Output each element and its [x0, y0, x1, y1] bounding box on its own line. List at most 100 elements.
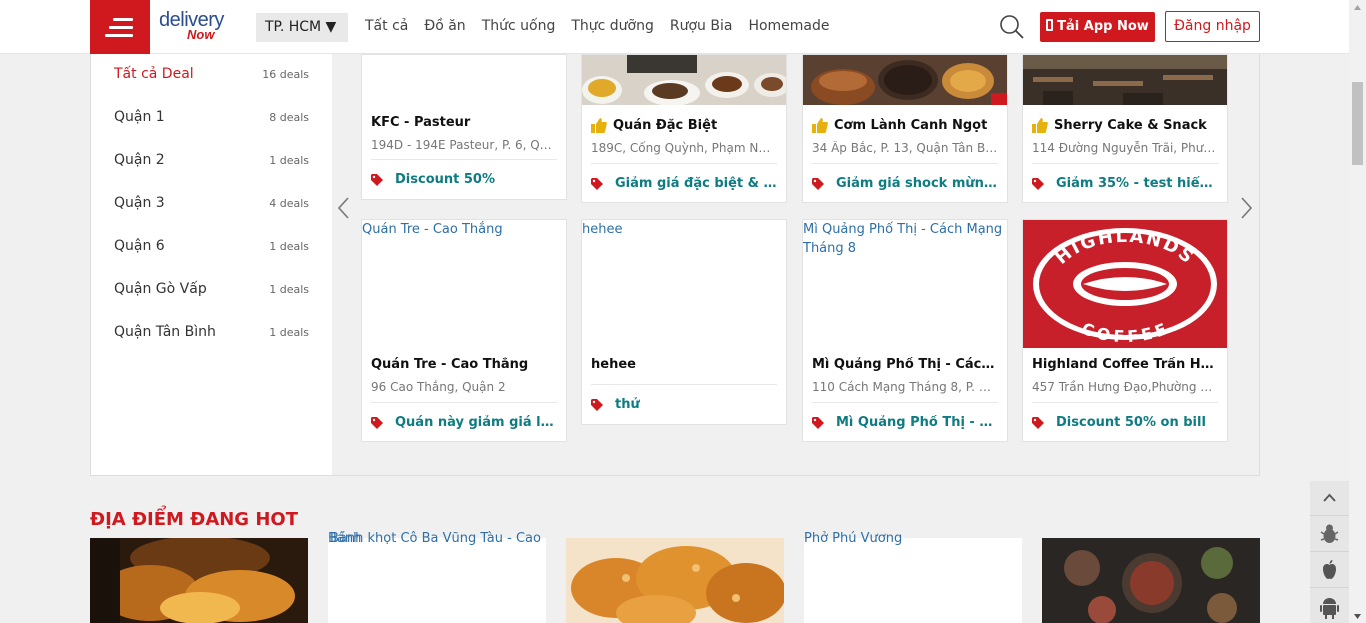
feedback-button[interactable]	[1310, 517, 1349, 552]
carousel-prev-arrow-icon[interactable]	[337, 196, 351, 220]
hot-place-card[interactable]	[328, 538, 546, 623]
deal-card[interactable]: Cơm Lành Canh Ngọt 34 Ấp Bắc, P. 13, Quậ…	[802, 54, 1008, 203]
nav-homemade[interactable]: Homemade	[748, 18, 829, 34]
chevron-up-icon	[1323, 493, 1336, 502]
deal-card-offer-text: Giảm giá shock mừng khai trương	[836, 176, 998, 191]
sidebar-item-label: Quận 2	[114, 152, 165, 168]
phone-icon	[1046, 19, 1054, 31]
sidebar-item-label: Tất cả Deal	[114, 66, 194, 82]
sidebar-item-count: 1 deals	[269, 153, 309, 167]
scrollbar-thumb[interactable]	[1352, 82, 1363, 165]
deal-card-address: 457 Trần Hưng Đạo,Phường Cầu Kho	[1032, 380, 1218, 394]
hot-place-card[interactable]	[804, 538, 1022, 623]
login-button[interactable]: Đăng nhập	[1165, 11, 1260, 42]
deal-card[interactable]: Quán Đặc Biệt 189C, Cống Quỳnh, Phạm Ngũ…	[581, 54, 787, 203]
deal-card-offer: Giảm giá đặc biệt & chào mừng	[591, 176, 777, 191]
sidebar-item-district-2[interactable]: Quận 2 1 deals	[114, 150, 309, 170]
carousel-next-arrow-icon[interactable]	[1239, 196, 1253, 220]
menu-logo-button[interactable]	[90, 0, 150, 54]
hot-place-image	[1042, 538, 1260, 623]
deal-card[interactable]: Mì Quảng Phố Thị - Cách Mạng Tháng 8 Mì …	[802, 219, 1008, 442]
deal-card-offer-text: Giảm giá đặc biệt & chào mừng	[615, 176, 777, 191]
deal-card[interactable]: hehee hehee thử	[581, 219, 787, 425]
deal-card-offer-text: thử	[615, 397, 640, 412]
divider	[812, 402, 998, 403]
deal-card-offer: Giảm giá shock mừng khai trương	[812, 176, 998, 191]
sidebar-item-all[interactable]: Tất cả Deal 16 deals	[114, 64, 309, 84]
page-scrollbar[interactable]	[1349, 0, 1366, 623]
deal-card-offer: Discount 50% on bill	[1032, 415, 1218, 430]
sidebar-item-count: 1 deals	[269, 239, 309, 253]
brand-logo[interactable]: delivery Now	[159, 10, 224, 41]
divider	[1032, 163, 1218, 164]
deal-card[interactable]: Quán Tre - Cao Thắng Quán Tre - Cao Thắn…	[361, 219, 567, 442]
thumbs-up-icon	[812, 118, 828, 133]
hot-place-card[interactable]	[566, 538, 784, 623]
deal-card-title: Highland Coffee Trần Hưng Đạo	[1032, 357, 1218, 372]
deal-card-offer: Mì Quảng Phố Thị - Cách Mạng	[812, 415, 998, 430]
deal-card-address: 189C, Cống Quỳnh, Phạm Ngũ Lão	[591, 141, 777, 155]
sidebar-item-district-1[interactable]: Quận 1 8 deals	[114, 107, 309, 127]
deal-card-title: Quán Đặc Biệt	[613, 118, 718, 133]
deal-card-offer-text: Quán này giảm giá lớn lắm	[395, 415, 557, 430]
sidebar-item-count: 16 deals	[262, 67, 309, 81]
ios-app-button[interactable]	[1310, 553, 1349, 588]
nav-food[interactable]: Đồ ăn	[424, 18, 465, 34]
divider	[812, 163, 998, 164]
deal-card-offer: Quán này giảm giá lớn lắm	[371, 415, 557, 430]
deal-card[interactable]: HIGHLANDS COFFEE Highland Coffee Trần Hư…	[1022, 219, 1228, 442]
deal-card-title: Sherry Cake & Snack	[1054, 118, 1207, 133]
android-app-button[interactable]	[1310, 589, 1349, 623]
tag-icon	[591, 177, 603, 190]
tag-icon	[812, 177, 824, 190]
deal-card-offer-text: Mì Quảng Phố Thị - Cách Mạng	[836, 415, 998, 430]
hot-place-image	[566, 538, 784, 623]
broken-image-alt: hehee	[582, 222, 623, 237]
divider	[1032, 402, 1218, 403]
deal-card-image	[1023, 55, 1227, 105]
deal-card-title-row: Cơm Lành Canh Ngọt	[812, 118, 1002, 133]
nav-alcohol[interactable]: Rượu Bia	[670, 18, 733, 34]
divider	[591, 384, 777, 385]
thumbs-up-icon	[1032, 118, 1048, 133]
broken-image-alt: Mì Quảng Phố Thị - Cách Mạng Tháng 8	[803, 222, 1003, 256]
tag-icon	[371, 173, 383, 186]
sidebar-item-district-3[interactable]: Quận 3 4 deals	[114, 193, 309, 213]
sidebar-item-label: Quận 3	[114, 195, 165, 211]
scroll-up-arrow-icon[interactable]	[1349, 1, 1366, 15]
sidebar-item-label: Quận 6	[114, 238, 165, 254]
nav-healthy[interactable]: Thực dưỡng	[571, 18, 654, 34]
tag-icon	[812, 416, 824, 429]
deal-card-address: 114 Đường Nguyễn Trãi, Phường 2	[1032, 141, 1218, 155]
sidebar-item-go-vap[interactable]: Quận Gò Vấp 1 deals	[114, 279, 309, 299]
nav-all[interactable]: Tất cả	[365, 18, 408, 34]
tag-icon	[591, 398, 603, 411]
deal-card-offer-text: Discount 50% on bill	[1056, 415, 1206, 430]
bug-icon	[1320, 524, 1339, 543]
download-app-button[interactable]: Tải App Now	[1040, 12, 1155, 42]
deal-card-offer-text: Giảm 35% - test hiển thị deal	[1056, 176, 1218, 191]
scroll-top-button[interactable]	[1310, 481, 1349, 516]
top-header: delivery Now TP. HCM ▼ Tất cả Đồ ăn Thức…	[0, 0, 1349, 54]
deal-card[interactable]: Sherry Cake & Snack 114 Đường Nguyễn Trã…	[1022, 54, 1228, 203]
sidebar-item-district-6[interactable]: Quận 6 1 deals	[114, 236, 309, 256]
city-selector[interactable]: TP. HCM ▼	[256, 13, 348, 42]
tag-icon	[1032, 177, 1044, 190]
nav-drinks[interactable]: Thức uống	[482, 18, 556, 34]
sidebar-item-label: Quận Gò Vấp	[114, 281, 207, 297]
divider	[371, 159, 557, 160]
highlands-logo-image: HIGHLANDS COFFEE	[1023, 220, 1227, 348]
deal-card[interactable]: KFC - Pasteur 194D - 194E Pasteur, P. 6,…	[361, 54, 567, 200]
deal-card-offer-text: Discount 50%	[395, 172, 495, 187]
hot-place-image	[90, 538, 308, 623]
sidebar-item-count: 1 deals	[269, 325, 309, 339]
android-icon	[1320, 598, 1339, 619]
search-icon[interactable]	[999, 14, 1025, 40]
hot-place-card[interactable]	[90, 538, 308, 623]
district-sidebar: Tất cả Deal 16 deals Quận 1 8 deals Quận…	[91, 54, 332, 475]
sidebar-item-tan-binh[interactable]: Quận Tân Bình 1 deals	[114, 322, 309, 342]
broken-image-alt: Bánh khọt Cô Ba Vũng Tàu - Cao	[330, 531, 541, 546]
scroll-down-arrow-icon[interactable]	[1349, 609, 1366, 623]
hot-place-card[interactable]	[1042, 538, 1260, 623]
deal-card-image	[582, 55, 786, 105]
